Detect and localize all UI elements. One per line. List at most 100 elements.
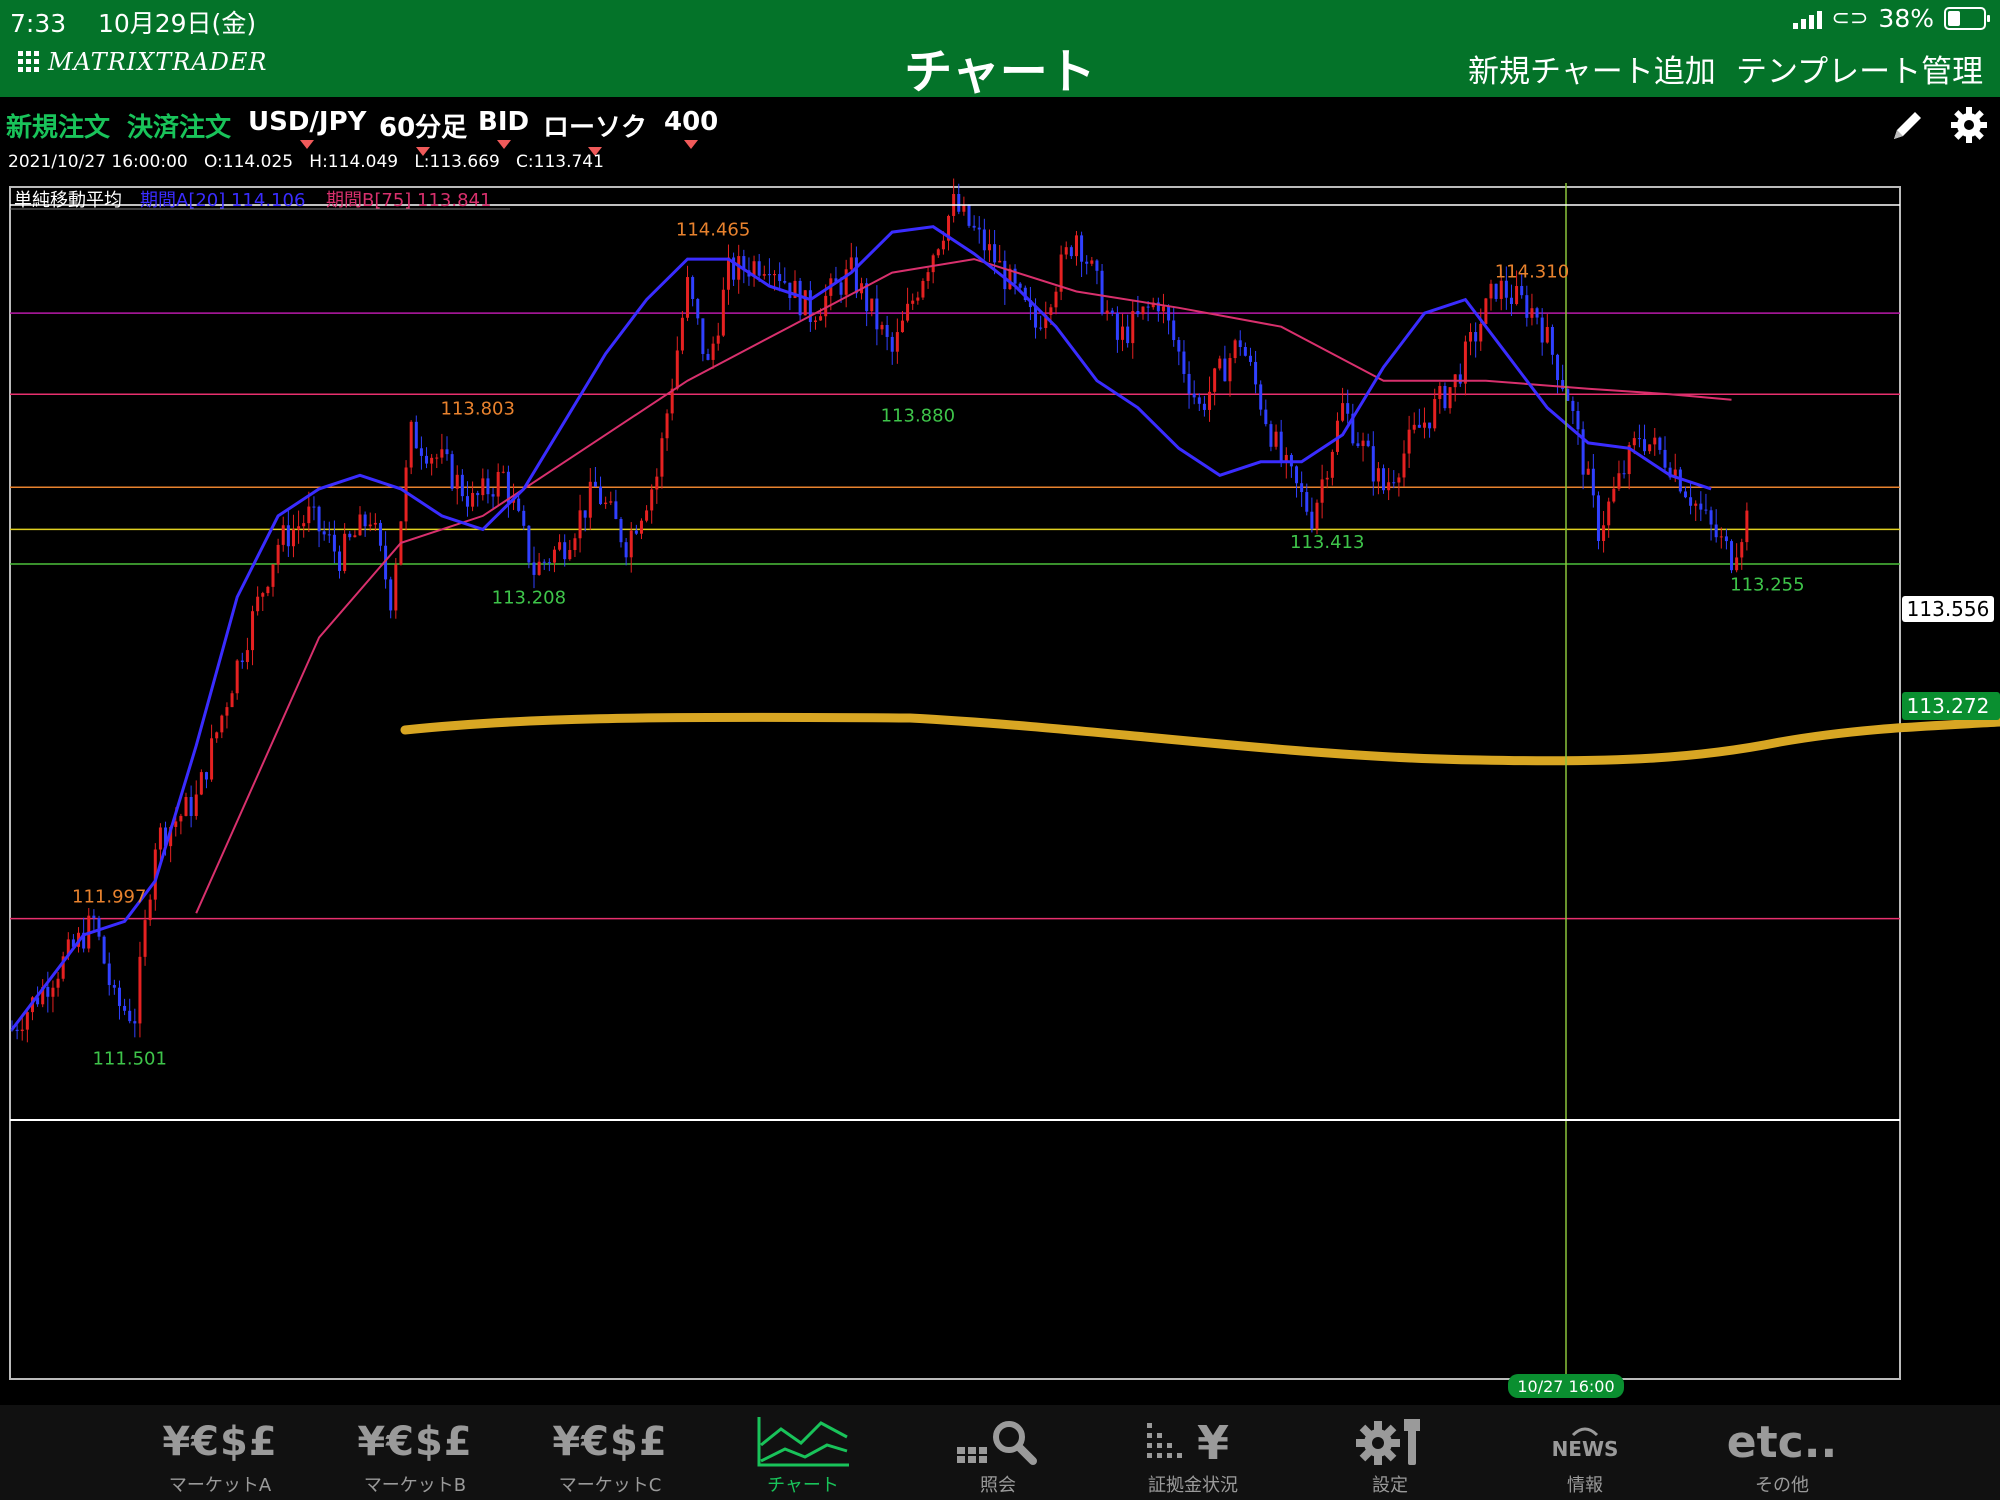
candle-body (1202, 403, 1206, 410)
drawn-trendline[interactable] (400, 712, 2000, 766)
candle-body (501, 471, 505, 473)
candle-body (450, 454, 454, 489)
candle-body (266, 586, 270, 594)
candle-body (1064, 247, 1068, 255)
candle-body (332, 534, 336, 552)
candle-body (532, 562, 536, 575)
candle-body (445, 449, 449, 455)
candle-body (1525, 295, 1529, 318)
candle-body (1172, 320, 1176, 341)
candle-body (844, 269, 848, 295)
tab-market-a[interactable]: ¥€$£ マーケットA (140, 1405, 300, 1500)
tab-market-b[interactable]: ¥€$£ マーケットB (335, 1405, 495, 1500)
chart-type-selector[interactable]: ローソク (543, 107, 647, 156)
candle-body (1740, 542, 1744, 558)
candle-body (317, 506, 321, 532)
candle-body (1264, 409, 1268, 425)
candle-body (629, 530, 633, 558)
candle-body (414, 421, 418, 449)
price-chart[interactable]: 114.697114.465114.310113.803111.997113.8… (0, 178, 2000, 1405)
candle-body (1612, 488, 1616, 502)
candle-body (1361, 440, 1365, 447)
candle-body (1591, 468, 1595, 496)
candle-body (1080, 235, 1084, 262)
timeframe-selector[interactable]: 60分足 (379, 107, 468, 156)
candle-body (1499, 280, 1503, 299)
candle-body (419, 448, 423, 456)
battery-icon (1944, 7, 1990, 30)
candle-body (1602, 525, 1606, 541)
candle-body (1018, 283, 1022, 288)
candle-body (993, 244, 997, 263)
candle-body (957, 193, 961, 212)
candle-body (1617, 473, 1621, 489)
candle-body (1003, 260, 1007, 290)
candle-body (56, 978, 60, 988)
tab-inquiry[interactable]: 照会 (918, 1405, 1078, 1500)
candle-body (665, 413, 669, 439)
candle-body (312, 506, 316, 508)
tab-settings[interactable]: 設定 (1310, 1405, 1470, 1500)
add-chart-button[interactable]: 新規チャート追加 (1468, 46, 1716, 91)
candle-body (1254, 361, 1258, 385)
price-type-selector[interactable]: BID (478, 107, 530, 149)
low-label: 113.255 (1730, 575, 1804, 596)
settle-order-button[interactable]: 決済注文 (127, 107, 231, 144)
candle-body (117, 987, 121, 1006)
ohlc-high: H:114.049 (309, 152, 399, 172)
candle-body (870, 298, 874, 312)
candle-body (706, 353, 710, 360)
candle-body (1735, 557, 1739, 571)
candle-body (803, 290, 807, 316)
candle-body (1407, 429, 1411, 454)
candle-body (1095, 260, 1099, 271)
candle-body (471, 492, 475, 507)
candle-body (189, 797, 193, 816)
candle-body (1719, 536, 1723, 538)
timeframe-label: 60分足 (379, 113, 468, 143)
candle-body (936, 249, 940, 256)
tab-margin-status[interactable]: ¥ 証拠金状況 (1113, 1405, 1273, 1500)
candle-body (921, 280, 925, 298)
candle-body (1085, 261, 1089, 264)
template-manage-button[interactable]: テンプレート管理 (1736, 46, 1983, 91)
candle-body (660, 438, 664, 477)
tab-news[interactable]: NEWS 情報 (1505, 1405, 1665, 1500)
app-header: 7:33 10月29日(金) ⊂⊃ 38% MATRIXTRADER チャート … (0, 0, 2000, 100)
candle-body (1745, 510, 1749, 543)
candle-body (1397, 477, 1401, 483)
tab-market-c[interactable]: ¥€$£ マーケットC (530, 1405, 690, 1500)
candle-body (813, 320, 817, 323)
candle-body (1571, 400, 1575, 411)
candle-body (767, 274, 771, 276)
candle-body (783, 281, 787, 283)
new-order-button[interactable]: 新規注文 (6, 107, 110, 144)
candle-body (291, 529, 295, 547)
candle-body (1463, 341, 1467, 384)
gear-icon[interactable] (1949, 105, 1989, 145)
candle-body (220, 715, 224, 733)
candle-body (389, 579, 393, 611)
candle-body (824, 295, 828, 317)
candle-body (1596, 495, 1600, 541)
candle-body (240, 660, 244, 663)
candle-body (235, 660, 239, 694)
price-type-label: BID (478, 107, 530, 137)
candle-body (1484, 298, 1488, 324)
pencil-icon[interactable] (1888, 105, 1928, 145)
tab-other[interactable]: etc.. その他 (1702, 1405, 1862, 1500)
candle-body (604, 502, 608, 505)
candle-body (343, 533, 347, 571)
high-label: 111.997 (72, 887, 146, 908)
bar-count-selector[interactable]: 400 (664, 107, 718, 149)
candle-body (215, 732, 219, 739)
tab-chart[interactable]: チャート (723, 1405, 883, 1500)
pair-selector[interactable]: USD/JPY (248, 107, 366, 149)
candle-body (701, 318, 705, 354)
candle-body (537, 561, 541, 575)
candle-body (650, 489, 654, 511)
candle-body (849, 257, 853, 270)
candle-body (1223, 358, 1227, 382)
candle-body (1115, 313, 1119, 340)
candle-body (1402, 453, 1406, 478)
